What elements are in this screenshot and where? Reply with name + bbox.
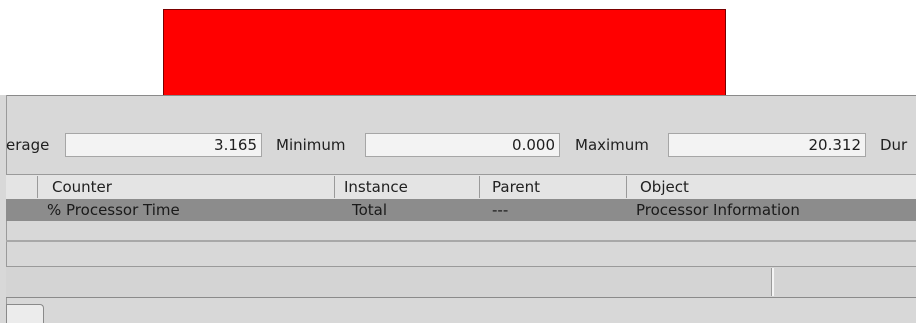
minimum-value-field: 0.000: [365, 133, 560, 157]
maximum-value-field: 20.312: [668, 133, 866, 157]
cell-counter: % Processor Time: [47, 201, 180, 219]
average-label: erage: [6, 136, 50, 154]
cell-instance: Total: [352, 201, 388, 219]
maximum-label: Maximum: [575, 136, 649, 154]
column-divider[interactable]: [479, 176, 480, 198]
column-header-instance[interactable]: Instance: [344, 178, 408, 196]
cell-object: Processor Information: [636, 201, 800, 219]
average-value-field: 3.165: [65, 133, 262, 157]
minimum-label: Minimum: [276, 136, 346, 154]
graph-bar: [163, 9, 726, 95]
panel-border: [6, 95, 916, 96]
separator-line: [6, 240, 916, 242]
column-divider[interactable]: [334, 176, 335, 198]
column-header-counter[interactable]: Counter: [52, 178, 112, 196]
column-divider[interactable]: [626, 176, 627, 198]
column-header-object[interactable]: Object: [640, 178, 689, 196]
duration-label: Dur: [880, 136, 908, 154]
bottom-tab[interactable]: [6, 304, 44, 323]
status-bar-divider: [771, 268, 774, 296]
status-bar: [6, 266, 916, 298]
column-divider[interactable]: [37, 176, 38, 198]
column-header-parent[interactable]: Parent: [492, 178, 540, 196]
cell-parent: ---: [492, 201, 509, 219]
